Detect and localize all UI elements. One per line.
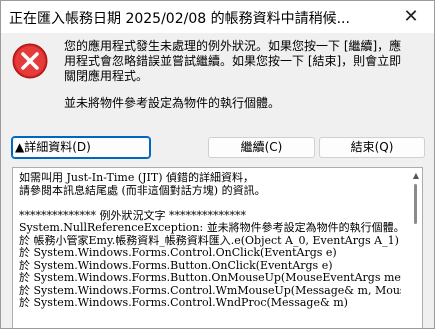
details-line: ************** 例外狀況文字 **************: [19, 209, 246, 222]
details-line: 於 System.Windows.Forms.Button.OnMouseUp(…: [19, 272, 401, 284]
close-icon: ✕: [403, 6, 419, 27]
details-textbox[interactable]: 如需叫用 Just-In-Time (JIT) 偵錯的詳細資料， 請參閱本訊息結…: [12, 167, 423, 328]
details-line: System.NullReferenceException: 並未將物件參考設定…: [19, 222, 401, 234]
details-line: 於 System.Windows.Forms.Control.WmMouseUp…: [19, 284, 401, 297]
details-scrollbar[interactable]: ▲: [408, 168, 422, 328]
message-gap: [64, 84, 420, 96]
details-line: 請參閱本訊息結尾處 (而非這個對話方塊) 的資訊。: [19, 184, 266, 197]
close-button[interactable]: ✕: [388, 1, 434, 33]
continue-button[interactable]: 繼續(C): [208, 137, 315, 158]
window-title: 正在匯入帳務日期 2025/02/08 的帳務資料中請稍候...: [9, 11, 350, 27]
quit-button[interactable]: 結束(Q): [319, 137, 425, 158]
scroll-up-arrow-icon[interactable]: ▲: [413, 170, 419, 183]
title-bar: 正在匯入帳務日期 2025/02/08 的帳務資料中請稍候... ✕: [1, 1, 434, 33]
scroll-thumb[interactable]: [414, 184, 417, 224]
details-line: 於 System.Windows.Forms.Control.OnClick(E…: [19, 247, 337, 259]
details-line: 如需叫用 Just-In-Time (JIT) 偵錯的詳細資料，: [19, 172, 254, 184]
details-blank-line: [19, 197, 401, 210]
details-line: 於 System.Windows.Forms.Button.OnClick(Ev…: [19, 259, 333, 272]
details-button[interactable]: ▲詳細資料(D): [11, 136, 151, 159]
error-dialog: 正在匯入帳務日期 2025/02/08 的帳務資料中請稍候... ✕ 您的應用程…: [0, 0, 435, 329]
details-line: 於 帳務小管家Emy.帳務資料_帳務資料匯入.e(Object A_0, Eve…: [19, 234, 399, 247]
message-detail: 並未將物件參考設定為物件的執行個體。: [64, 96, 281, 110]
message-line: 關閉應用程式。: [64, 69, 149, 83]
details-content: 如需叫用 Just-In-Time (JIT) 偵錯的詳細資料， 請參閱本訊息結…: [19, 172, 401, 310]
message-line: 用程式會忽略錯誤並嘗試繼續。如果您按一下 [結束]，則會立即: [64, 54, 402, 68]
error-icon: [12, 43, 48, 79]
details-line: 於 System.Windows.Forms.Control.WndProc(M…: [19, 297, 348, 309]
message-line: 您的應用程式發生未處理的例外狀況。如果您按一下 [繼續]，應: [64, 39, 402, 53]
error-message: 您的應用程式發生未處理的例外狀況。如果您按一下 [繼續]，應 用程式會忽略錯誤並…: [64, 39, 420, 111]
